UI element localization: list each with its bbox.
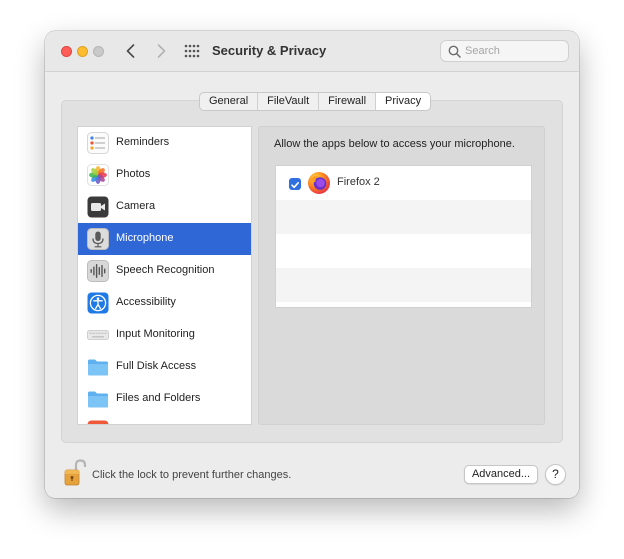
accessibility-icon: [87, 292, 109, 314]
sidebar-item-accessibility[interactable]: Accessibility: [78, 287, 251, 319]
empty-row: [276, 234, 531, 268]
sidebar-item-label: Camera: [116, 200, 156, 212]
unlocked-padlock-icon: [64, 459, 87, 486]
search-icon: [448, 45, 461, 58]
window-title: Security & Privacy: [212, 43, 327, 58]
advanced-button[interactable]: Advanced...: [464, 465, 538, 484]
lock-button[interactable]: [62, 458, 88, 488]
tab-bar: General FileVault Firewall Privacy: [199, 92, 432, 111]
sidebar-item-label: Full Disk Access: [116, 360, 197, 372]
tab-firewall[interactable]: Firewall: [319, 93, 377, 110]
sidebar-item-label: Files and Folders: [116, 392, 201, 404]
app-row-firefox[interactable]: Firefox 2: [276, 166, 531, 200]
help-button[interactable]: ?: [545, 464, 566, 485]
zoom-window-button[interactable]: [93, 46, 104, 57]
back-button[interactable]: [121, 40, 141, 62]
empty-row: [276, 268, 531, 302]
privacy-category-list[interactable]: Reminders Photos Camera Microphone Speec…: [77, 126, 252, 425]
sidebar-item-label: Microphone: [116, 232, 174, 244]
empty-row: [276, 200, 531, 234]
speech-recognition-icon: [87, 260, 109, 282]
forward-button[interactable]: [151, 40, 171, 62]
tab-privacy[interactable]: Privacy: [376, 93, 431, 110]
microphone-icon: [87, 228, 109, 250]
sidebar-item-camera[interactable]: Camera: [78, 191, 251, 223]
tab-general[interactable]: General: [200, 93, 259, 110]
sidebar-item-microphone[interactable]: Microphone: [78, 223, 251, 255]
firefox-icon: [308, 172, 330, 194]
show-all-button[interactable]: [184, 44, 200, 58]
chevron-left-icon: [126, 44, 135, 58]
screen-recording-icon: [87, 420, 109, 424]
photos-icon: [87, 164, 109, 186]
footer-bar: Click the lock to prevent further change…: [45, 455, 579, 498]
sidebar-item-photos[interactable]: Photos: [78, 159, 251, 191]
sidebar-item-input-monitoring[interactable]: Input Monitoring: [78, 319, 251, 351]
app-permissions-pane: Allow the apps below to access your micr…: [258, 126, 545, 425]
minimize-window-button[interactable]: [77, 46, 88, 57]
preferences-window: Security & Privacy General FileVault Fir…: [45, 31, 579, 498]
sidebar-item-label: Reminders: [116, 136, 170, 148]
app-name: Firefox 2: [337, 176, 380, 188]
sidebar-item-full-disk-access[interactable]: Full Disk Access: [78, 351, 251, 383]
camera-icon: [87, 196, 109, 218]
tab-filevault[interactable]: FileVault: [258, 93, 320, 110]
sidebar-item-partial[interactable]: [78, 415, 251, 424]
sidebar-item-label: Accessibility: [116, 296, 176, 308]
sidebar-item-speech-recognition[interactable]: Speech Recognition: [78, 255, 251, 287]
folder-icon: [88, 391, 108, 408]
lock-status-text: Click the lock to prevent further change…: [92, 469, 292, 481]
checkmark-icon: [291, 182, 299, 189]
app-checkbox[interactable]: [289, 178, 301, 190]
sidebar-item-label: Input Monitoring: [116, 328, 195, 340]
search-input[interactable]: [465, 43, 565, 59]
close-window-button[interactable]: [61, 46, 72, 57]
title-bar: Security & Privacy: [45, 31, 579, 72]
permission-description: Allow the apps below to access your micr…: [274, 138, 515, 150]
sidebar-item-reminders[interactable]: Reminders: [78, 127, 251, 159]
search-field[interactable]: [440, 40, 569, 62]
keyboard-icon: [87, 330, 109, 340]
grid-icon: [184, 44, 200, 58]
folder-icon: [88, 359, 108, 376]
sidebar-item-label: Speech Recognition: [116, 264, 215, 276]
chevron-right-icon: [157, 44, 166, 58]
sidebar-item-files-and-folders[interactable]: Files and Folders: [78, 383, 251, 415]
app-list[interactable]: Firefox 2: [275, 165, 532, 308]
reminders-icon: [87, 132, 109, 154]
sidebar-item-label: Photos: [116, 168, 151, 180]
